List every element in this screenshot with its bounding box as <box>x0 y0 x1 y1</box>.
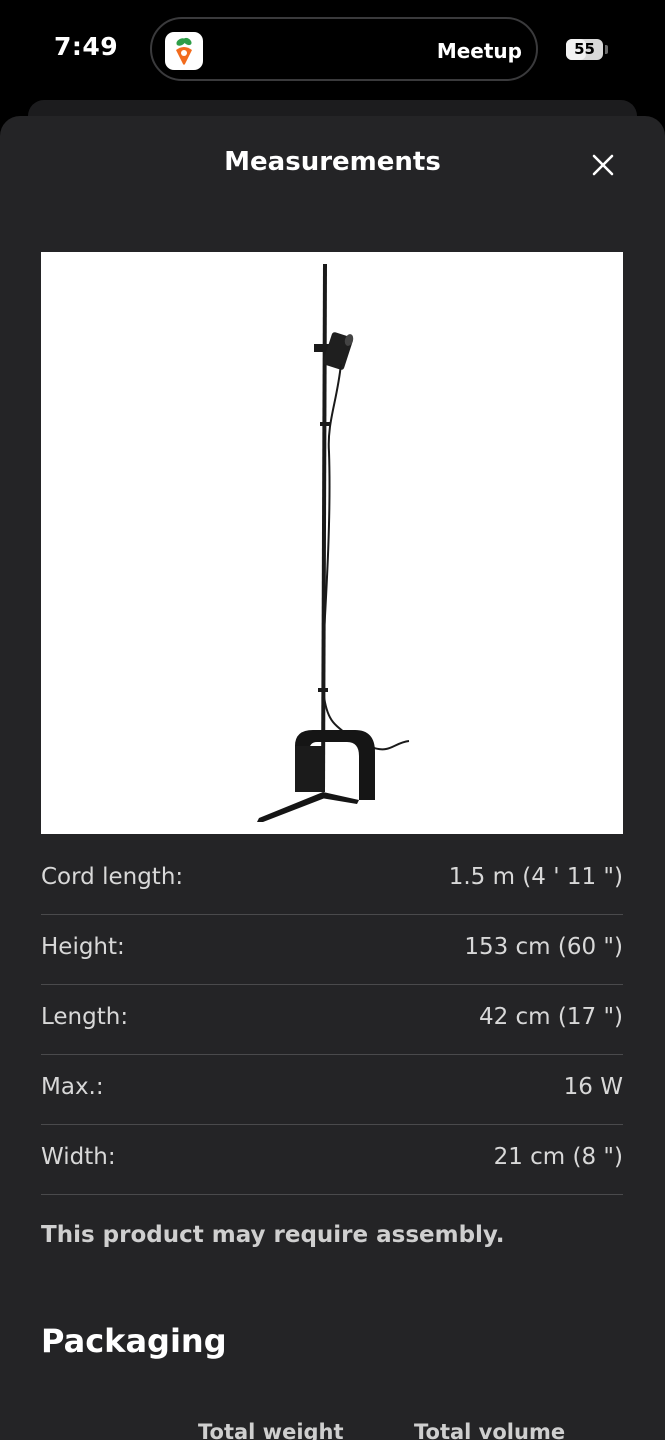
battery-icon: 55 <box>566 39 603 60</box>
spec-label: Max.: <box>41 1074 104 1100</box>
spec-label: Length: <box>41 1004 129 1030</box>
status-bar: 7:49 Meetup 55 <box>0 0 665 100</box>
spec-row-max-wattage: Max.: 16 W <box>41 1056 623 1125</box>
measurements-sheet: Measurements Cord length: 1.5 m (4 ' 11 … <box>0 116 665 1440</box>
close-icon <box>592 154 614 176</box>
spec-label: Width: <box>41 1144 116 1170</box>
spec-value: 1.5 m (4 ' 11 ") <box>448 864 623 890</box>
measurements-list: Cord length: 1.5 m (4 ' 11 ") Height: 15… <box>41 846 623 1195</box>
carrot-app-icon <box>165 32 203 70</box>
live-activity-label: Meetup <box>436 39 522 63</box>
product-image <box>41 252 623 834</box>
spec-value: 153 cm (60 ") <box>464 934 623 960</box>
packaging-column-total-weight: Total weight <box>198 1420 344 1440</box>
battery-cap <box>605 45 608 54</box>
spec-value: 42 cm (17 ") <box>478 1004 623 1030</box>
spec-label: Height: <box>41 934 125 960</box>
status-time: 7:49 <box>54 32 119 61</box>
spec-row-height: Height: 153 cm (60 ") <box>41 916 623 985</box>
packaging-heading: Packaging <box>41 1322 227 1360</box>
spec-row-length: Length: 42 cm (17 ") <box>41 986 623 1055</box>
battery-level: 55 <box>574 40 595 58</box>
sheet-title: Measurements <box>224 147 441 177</box>
spec-value: 21 cm (8 ") <box>493 1144 623 1170</box>
packaging-column-total-volume: Total volume <box>414 1420 566 1440</box>
spec-value: 16 W <box>563 1074 623 1100</box>
spec-row-cord-length: Cord length: 1.5 m (4 ' 11 ") <box>41 846 623 915</box>
assembly-note: This product may require assembly. <box>41 1222 505 1248</box>
spec-row-width: Width: 21 cm (8 ") <box>41 1126 623 1195</box>
spec-label: Cord length: <box>41 864 184 890</box>
dynamic-island[interactable]: Meetup <box>150 17 538 81</box>
close-button[interactable] <box>582 144 624 186</box>
floor-lamp-illustration <box>257 263 410 822</box>
